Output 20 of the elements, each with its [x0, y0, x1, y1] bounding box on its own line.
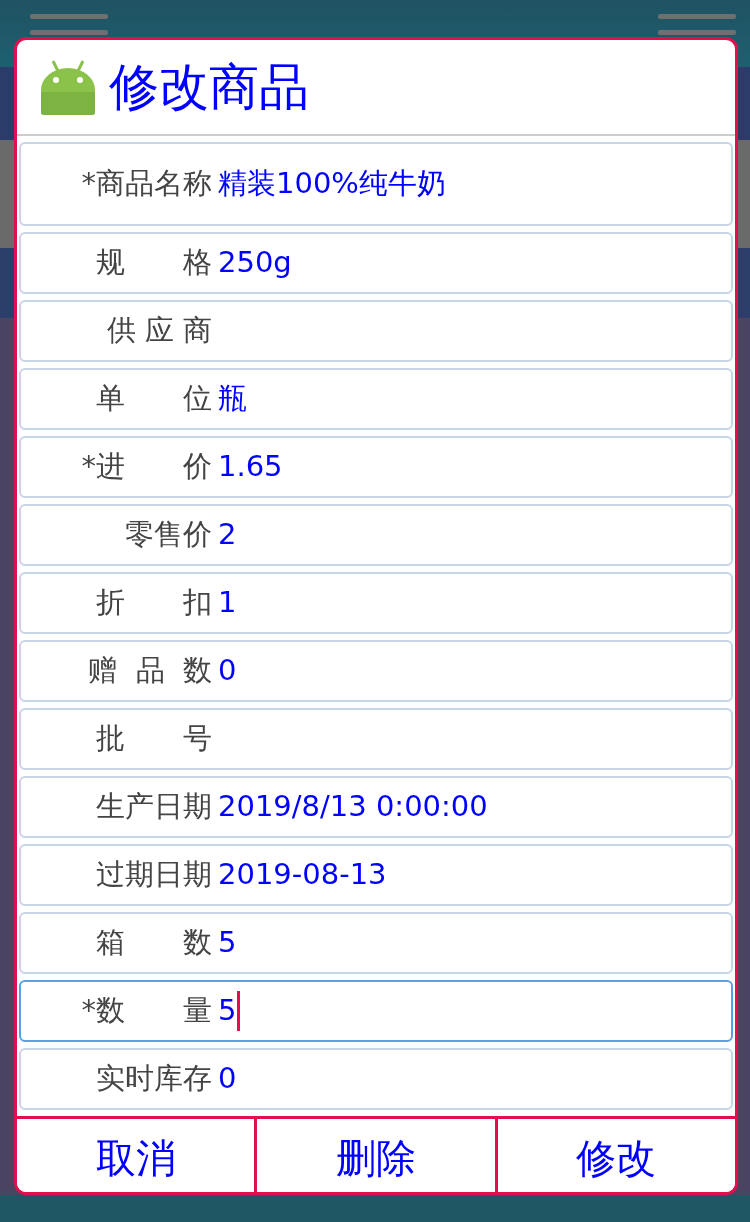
input-field[interactable]: *商品名称 精装100%纯牛奶 [19, 142, 733, 226]
input-field[interactable]: 供 应 商 [19, 300, 733, 362]
input-field[interactable]: 折 扣 1 [19, 572, 733, 634]
input-field[interactable]: 批 号 [19, 708, 733, 770]
input-field[interactable]: 零售价 2 [19, 504, 733, 566]
input-field[interactable]: 过期日期 2019-08-13 [19, 844, 733, 906]
menu-icon[interactable] [658, 12, 736, 35]
input-field[interactable]: 规 格 250g [19, 232, 733, 294]
menu-icon[interactable] [30, 12, 108, 35]
input-field[interactable]: 生产日期 2019/8/13 0:00:00 [19, 776, 733, 838]
input-field[interactable]: *数 量 5 [19, 980, 733, 1042]
input-field[interactable]: 实时库存 0 [19, 1048, 733, 1110]
input-field[interactable]: 赠 品 数 0 [19, 640, 733, 702]
text-cursor [237, 991, 241, 1031]
input-field[interactable]: *进 价 1.65 [19, 436, 733, 498]
dialog-button[interactable]: 修改 [494, 1119, 735, 1192]
input-field[interactable]: 箱 数 5 [19, 912, 733, 974]
input-field[interactable]: 单 位 瓶 [19, 368, 733, 430]
dialog-title: 修改商品 [109, 62, 309, 112]
android-icon [39, 58, 97, 116]
